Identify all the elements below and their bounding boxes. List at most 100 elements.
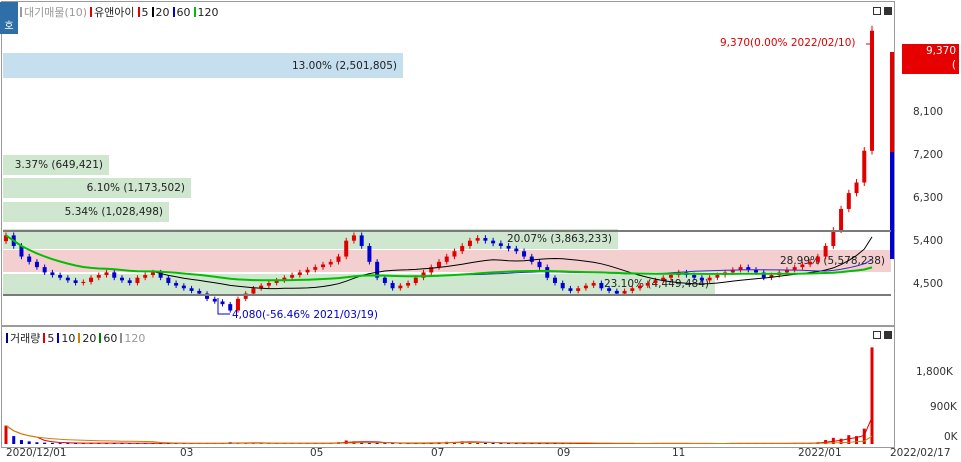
low-price-annotation: 4,080(-56.46% 2021/03/19) [232, 309, 378, 321]
candle-body [181, 285, 186, 289]
candle-body [452, 251, 457, 257]
candle-body [460, 245, 465, 252]
candle-body [174, 282, 179, 286]
price-axis-label: 4,500 [913, 278, 944, 290]
date-axis-label: 07 [431, 447, 445, 459]
volume-maximize-icon[interactable] [884, 331, 892, 339]
vol-ma20-line [5, 425, 873, 444]
candle-body [576, 288, 581, 291]
legend-ma20[interactable]: 20 [151, 6, 170, 19]
volume-bar [35, 442, 39, 444]
candle-body [81, 281, 86, 283]
legend-ma60[interactable]: 60 [172, 6, 191, 19]
date-axis-label: 11 [672, 447, 686, 459]
volume-bar [43, 442, 47, 444]
candle-body [583, 285, 588, 289]
low-arrow [217, 298, 230, 315]
candle-body [599, 282, 604, 289]
price-axis-label: 5,400 [913, 235, 944, 247]
candle-body [483, 238, 488, 241]
candle-body [212, 298, 217, 302]
legend-vol120[interactable]: 120 [120, 332, 145, 345]
candle-body [305, 269, 310, 273]
candle-body [336, 256, 341, 262]
volume-axis-label: 0K [944, 431, 958, 443]
volume-bar [19, 440, 23, 444]
date-axis-label: 2022/02/17 [890, 447, 951, 459]
candle-body [522, 251, 527, 257]
candle-body [266, 282, 271, 286]
candle-body [34, 261, 39, 268]
date-axis-label: 2022/01 [798, 447, 842, 459]
candle-body [568, 288, 573, 291]
legend-vol60[interactable]: 60 [99, 332, 117, 345]
volume-bar [4, 425, 8, 444]
candle-body [27, 256, 32, 262]
support-line [3, 294, 891, 296]
current-change: ( 29.96%) [911, 59, 956, 85]
volume-bar [870, 347, 874, 444]
candle-body [607, 288, 612, 291]
legend-vol5[interactable]: 5 [43, 332, 54, 345]
candle-body [645, 282, 650, 286]
candle-body [854, 182, 859, 194]
volume-bar [27, 441, 31, 444]
price-axis-label: 8,100 [913, 106, 944, 118]
candle-body [135, 277, 140, 283]
volume-bar [12, 436, 16, 444]
candle-body [467, 240, 472, 246]
candle-body [96, 275, 101, 278]
candle-body [823, 245, 828, 257]
candle-body [846, 193, 851, 209]
volume-axis-label: 1,800K [916, 366, 953, 378]
candle-body [104, 272, 109, 276]
candle-body [220, 301, 225, 305]
candle-body [552, 277, 557, 283]
price-minimize-icon[interactable] [873, 7, 881, 15]
chart-type-label: 호 [4, 21, 14, 32]
candle-body [367, 245, 372, 262]
date-axis-label: 09 [557, 447, 571, 459]
candle-body [638, 285, 643, 289]
candle-body [127, 280, 132, 283]
current-price-tag: 9,370 ( 29.96%) [902, 44, 959, 85]
candle-body [313, 267, 318, 270]
candle-body [58, 275, 63, 278]
legend-stock[interactable]: 유앤아이 [90, 4, 135, 20]
price-axis-label: 7,200 [913, 149, 944, 161]
candle-body [707, 277, 712, 281]
candle-body [692, 275, 697, 278]
candle-body [506, 245, 511, 249]
volume-minimize-icon[interactable] [873, 331, 881, 339]
ma120-line [5, 234, 873, 282]
volume-bar [839, 438, 843, 444]
candle-body [498, 243, 503, 246]
candle-body [591, 282, 596, 286]
candle-body [351, 235, 356, 241]
volume-bar [58, 443, 62, 444]
candle-body [808, 261, 813, 265]
candle-body [475, 238, 480, 241]
candle-body [166, 277, 171, 283]
chart-type-icon[interactable]: 호 [0, 2, 18, 34]
candle-body [630, 288, 635, 291]
candle-body [359, 235, 364, 246]
candle-body [251, 288, 256, 294]
candle-body [189, 288, 194, 291]
legend-vol20[interactable]: 20 [78, 332, 96, 345]
candle-body [560, 282, 565, 289]
legend-volume[interactable]: 거래량 [6, 330, 40, 346]
candle-body [382, 277, 387, 283]
legend-supply[interactable]: 대기매물(10) [20, 4, 87, 20]
candle-body [89, 277, 94, 282]
legend-ma120[interactable]: 120 [193, 6, 219, 19]
candle-body [390, 282, 395, 289]
candle-body [437, 261, 441, 268]
legend-vol10[interactable]: 10 [57, 332, 75, 345]
price-maximize-icon[interactable] [884, 7, 892, 15]
legend-ma5[interactable]: 5 [137, 6, 149, 19]
current-price: 9,370 [925, 45, 956, 57]
volume-bar [50, 442, 54, 444]
volume-bar [491, 443, 495, 444]
candle-body [514, 248, 519, 252]
